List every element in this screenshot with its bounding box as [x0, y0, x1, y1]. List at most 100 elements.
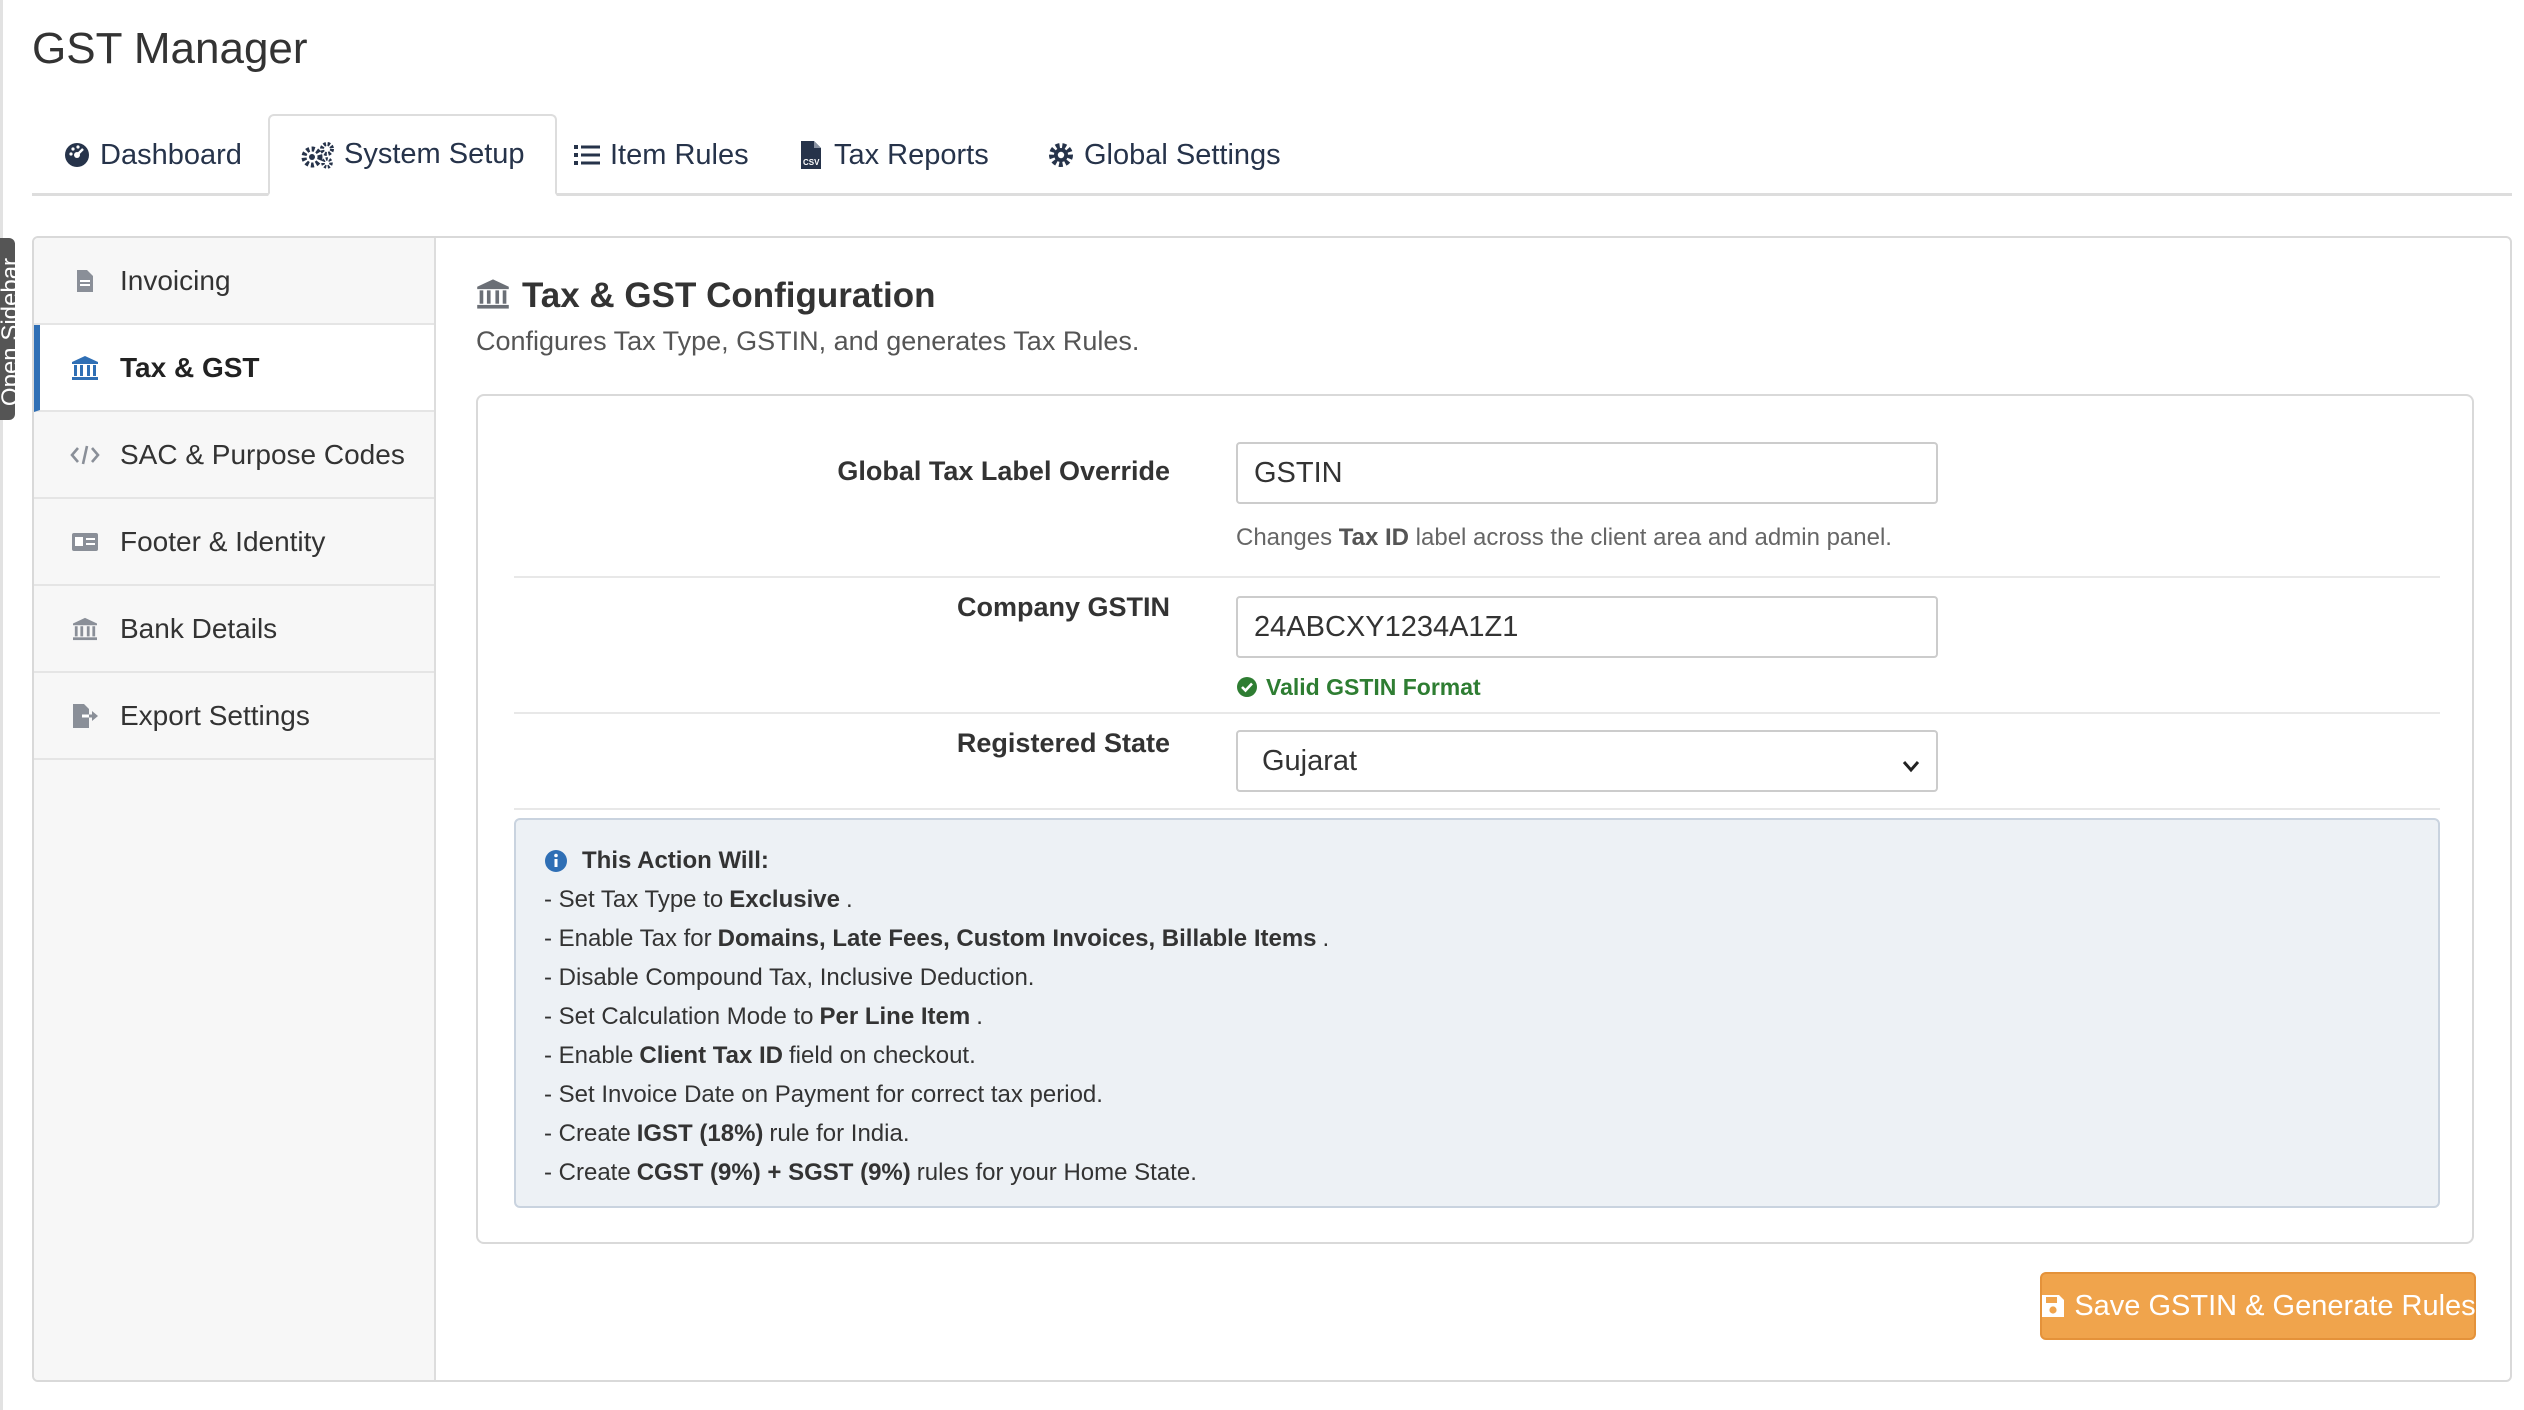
state-row: Registered State Gujarat	[514, 714, 2440, 810]
side-item-bank-details[interactable]: Bank Details	[34, 586, 434, 673]
side-item-footer-identity[interactable]: Footer & Identity	[34, 499, 434, 586]
tab-global-settings[interactable]: Global Settings	[1016, 114, 1311, 196]
gstin-input[interactable]	[1236, 596, 1938, 658]
side-item-invoicing[interactable]: Invoicing	[34, 238, 434, 325]
info-line-text: - Create	[544, 1119, 631, 1147]
page-title: GST Manager	[32, 24, 308, 73]
side-item-export-label: Export Settings	[120, 699, 310, 731]
info-lines: - Set Tax Type to Exclusive. - Enable Tax …	[544, 880, 2410, 1192]
info-line-text: - Enable	[544, 1041, 634, 1069]
info-line: - Enable Client Tax ID field on checkout.	[544, 1036, 2410, 1075]
tax-config-card: Global Tax Label Override Changes Tax ID…	[476, 394, 2474, 1244]
tab-item-rules-label: Item Rules	[610, 138, 749, 171]
side-item-tax-gst-label: Tax & GST	[120, 351, 260, 383]
info-line: - Disable Compound Tax, Inclusive Deduct…	[544, 958, 2410, 997]
info-circle-icon	[544, 849, 568, 873]
info-line-suffix: .	[976, 1002, 983, 1030]
info-line-suffix: .	[1322, 924, 1330, 952]
settings-panel: Invoicing Tax & GST SAC & Purpose Codes …	[32, 236, 2512, 1382]
help-bold: Tax ID	[1338, 524, 1409, 551]
info-line: - Create IGST (18%) rule for India.	[544, 1114, 2410, 1153]
check-circle-icon	[1236, 676, 1260, 700]
info-line: - Create CGST (9%) + SGST (9%) rules for y…	[544, 1153, 2410, 1192]
tab-tax-reports[interactable]: CSV Tax Reports	[766, 114, 1019, 196]
side-item-footer-label: Footer & Identity	[120, 525, 326, 557]
settings-side-nav: Invoicing Tax & GST SAC & Purpose Codes …	[34, 238, 436, 1380]
gstin-row: Company GSTIN Valid GSTIN Format	[514, 578, 2440, 714]
info-line-suffix: field on checkout.	[788, 1041, 976, 1069]
gstin-valid-text: Valid GSTIN Format	[1266, 674, 1481, 700]
info-line-bold: Client Tax ID	[639, 1041, 783, 1069]
info-line-suffix: rules for your Home State.	[916, 1158, 1197, 1186]
action-info-box: This Action Will: - Set Tax Type to Exclu…	[514, 818, 2440, 1208]
window-edge	[0, 0, 3, 1410]
bank-icon	[68, 612, 102, 646]
code-icon	[68, 438, 102, 472]
info-line: - Set Calculation Mode to Per Line Item.	[544, 997, 2410, 1036]
open-sidebar-label: Open Sidebar	[0, 257, 15, 407]
section-title: Tax & GST Configuration	[476, 276, 936, 316]
tab-system-setup-label: System Setup	[344, 138, 525, 170]
info-heading: This Action Will:	[544, 842, 2410, 880]
save-button-label: Save GSTIN & Generate Rules	[2074, 1289, 2476, 1322]
info-line: - Enable Tax for Domains, Late Fees, Cust…	[544, 919, 2410, 958]
open-sidebar-toggle[interactable]: Open Sidebar	[0, 238, 15, 420]
save-gstin-button[interactable]: Save GSTIN & Generate Rules	[2040, 1272, 2476, 1340]
state-field-label: Registered State	[956, 728, 1170, 758]
tab-dashboard[interactable]: Dashboard	[32, 114, 272, 196]
tax-label-row: Global Tax Label Override Changes Tax ID…	[514, 442, 2440, 578]
info-line-text: - Enable Tax for	[544, 924, 712, 952]
gear-icon	[1046, 140, 1076, 170]
gstin-field-label: Company GSTIN	[956, 592, 1170, 622]
tax-label-help: Changes Tax ID label across the client a…	[1236, 524, 1892, 552]
help-suffix: label across the client area and admin p…	[1415, 524, 1892, 551]
tab-system-setup[interactable]: System Setup	[268, 114, 557, 196]
side-item-tax-gst[interactable]: Tax & GST	[34, 325, 434, 412]
info-line-bold: CGST (9%) + SGST (9%)	[636, 1158, 911, 1186]
info-line-text: - Create	[544, 1158, 631, 1186]
main-tabs: Dashboard System Setup Item Rules CSV Ta…	[32, 114, 2512, 196]
info-line-suffix: .	[845, 885, 853, 913]
id-card-icon	[68, 525, 102, 559]
help-prefix: Changes	[1236, 524, 1333, 551]
info-heading-text: This Action Will:	[582, 847, 769, 874]
info-line-text: - Set Tax Type to	[544, 885, 724, 913]
list-icon	[572, 140, 602, 170]
save-icon	[2040, 1293, 2066, 1319]
side-item-bank-label: Bank Details	[120, 612, 278, 644]
section-title-text: Tax & GST Configuration	[522, 276, 936, 315]
info-line: - Set Invoice Date on Payment for correc…	[544, 1075, 2410, 1114]
side-item-sac-label: SAC & Purpose Codes	[120, 438, 405, 470]
dashboard-icon	[62, 140, 92, 170]
file-icon	[68, 264, 102, 298]
info-line-bold: Domains, Late Fees, Custom Invoices, Bil…	[717, 924, 1317, 952]
section-subtitle: Configures Tax Type, GSTIN, and generate…	[476, 326, 1140, 356]
info-line-bold: Per Line Item	[819, 1002, 971, 1030]
info-line-text: - Set Invoice Date on Payment for correc…	[544, 1080, 1103, 1108]
info-line-text: - Disable Compound Tax, Inclusive Deduct…	[544, 963, 1035, 991]
info-line: - Set Tax Type to Exclusive.	[544, 880, 2410, 919]
bank-icon	[68, 351, 102, 385]
file-export-icon	[68, 699, 102, 733]
side-item-export-settings[interactable]: Export Settings	[34, 673, 434, 760]
tab-item-rules[interactable]: Item Rules	[542, 114, 779, 196]
info-line-suffix: rule for India.	[769, 1119, 910, 1147]
state-select[interactable]: Gujarat	[1236, 730, 1938, 792]
state-select-value: Gujarat	[1262, 744, 1358, 777]
tax-label-field-label: Global Tax Label Override	[837, 456, 1170, 486]
svg-text:CSV: CSV	[803, 158, 820, 167]
info-line-bold: IGST (18%)	[636, 1119, 764, 1147]
chevron-down-icon	[1900, 752, 1922, 774]
cogs-icon	[300, 140, 336, 170]
tab-dashboard-label: Dashboard	[100, 138, 242, 171]
info-line-text: - Set Calculation Mode to	[544, 1002, 814, 1030]
tab-global-settings-label: Global Settings	[1084, 138, 1281, 171]
side-item-invoicing-label: Invoicing	[120, 264, 231, 296]
csv-file-icon: CSV	[796, 140, 826, 170]
bank-icon	[476, 278, 512, 314]
gstin-valid-status: Valid GSTIN Format	[1236, 674, 1481, 701]
tab-tax-reports-label: Tax Reports	[834, 138, 989, 171]
side-item-sac-purpose-codes[interactable]: SAC & Purpose Codes	[34, 412, 434, 499]
tax-label-input[interactable]	[1236, 442, 1938, 504]
info-line-bold: Exclusive	[729, 885, 840, 913]
